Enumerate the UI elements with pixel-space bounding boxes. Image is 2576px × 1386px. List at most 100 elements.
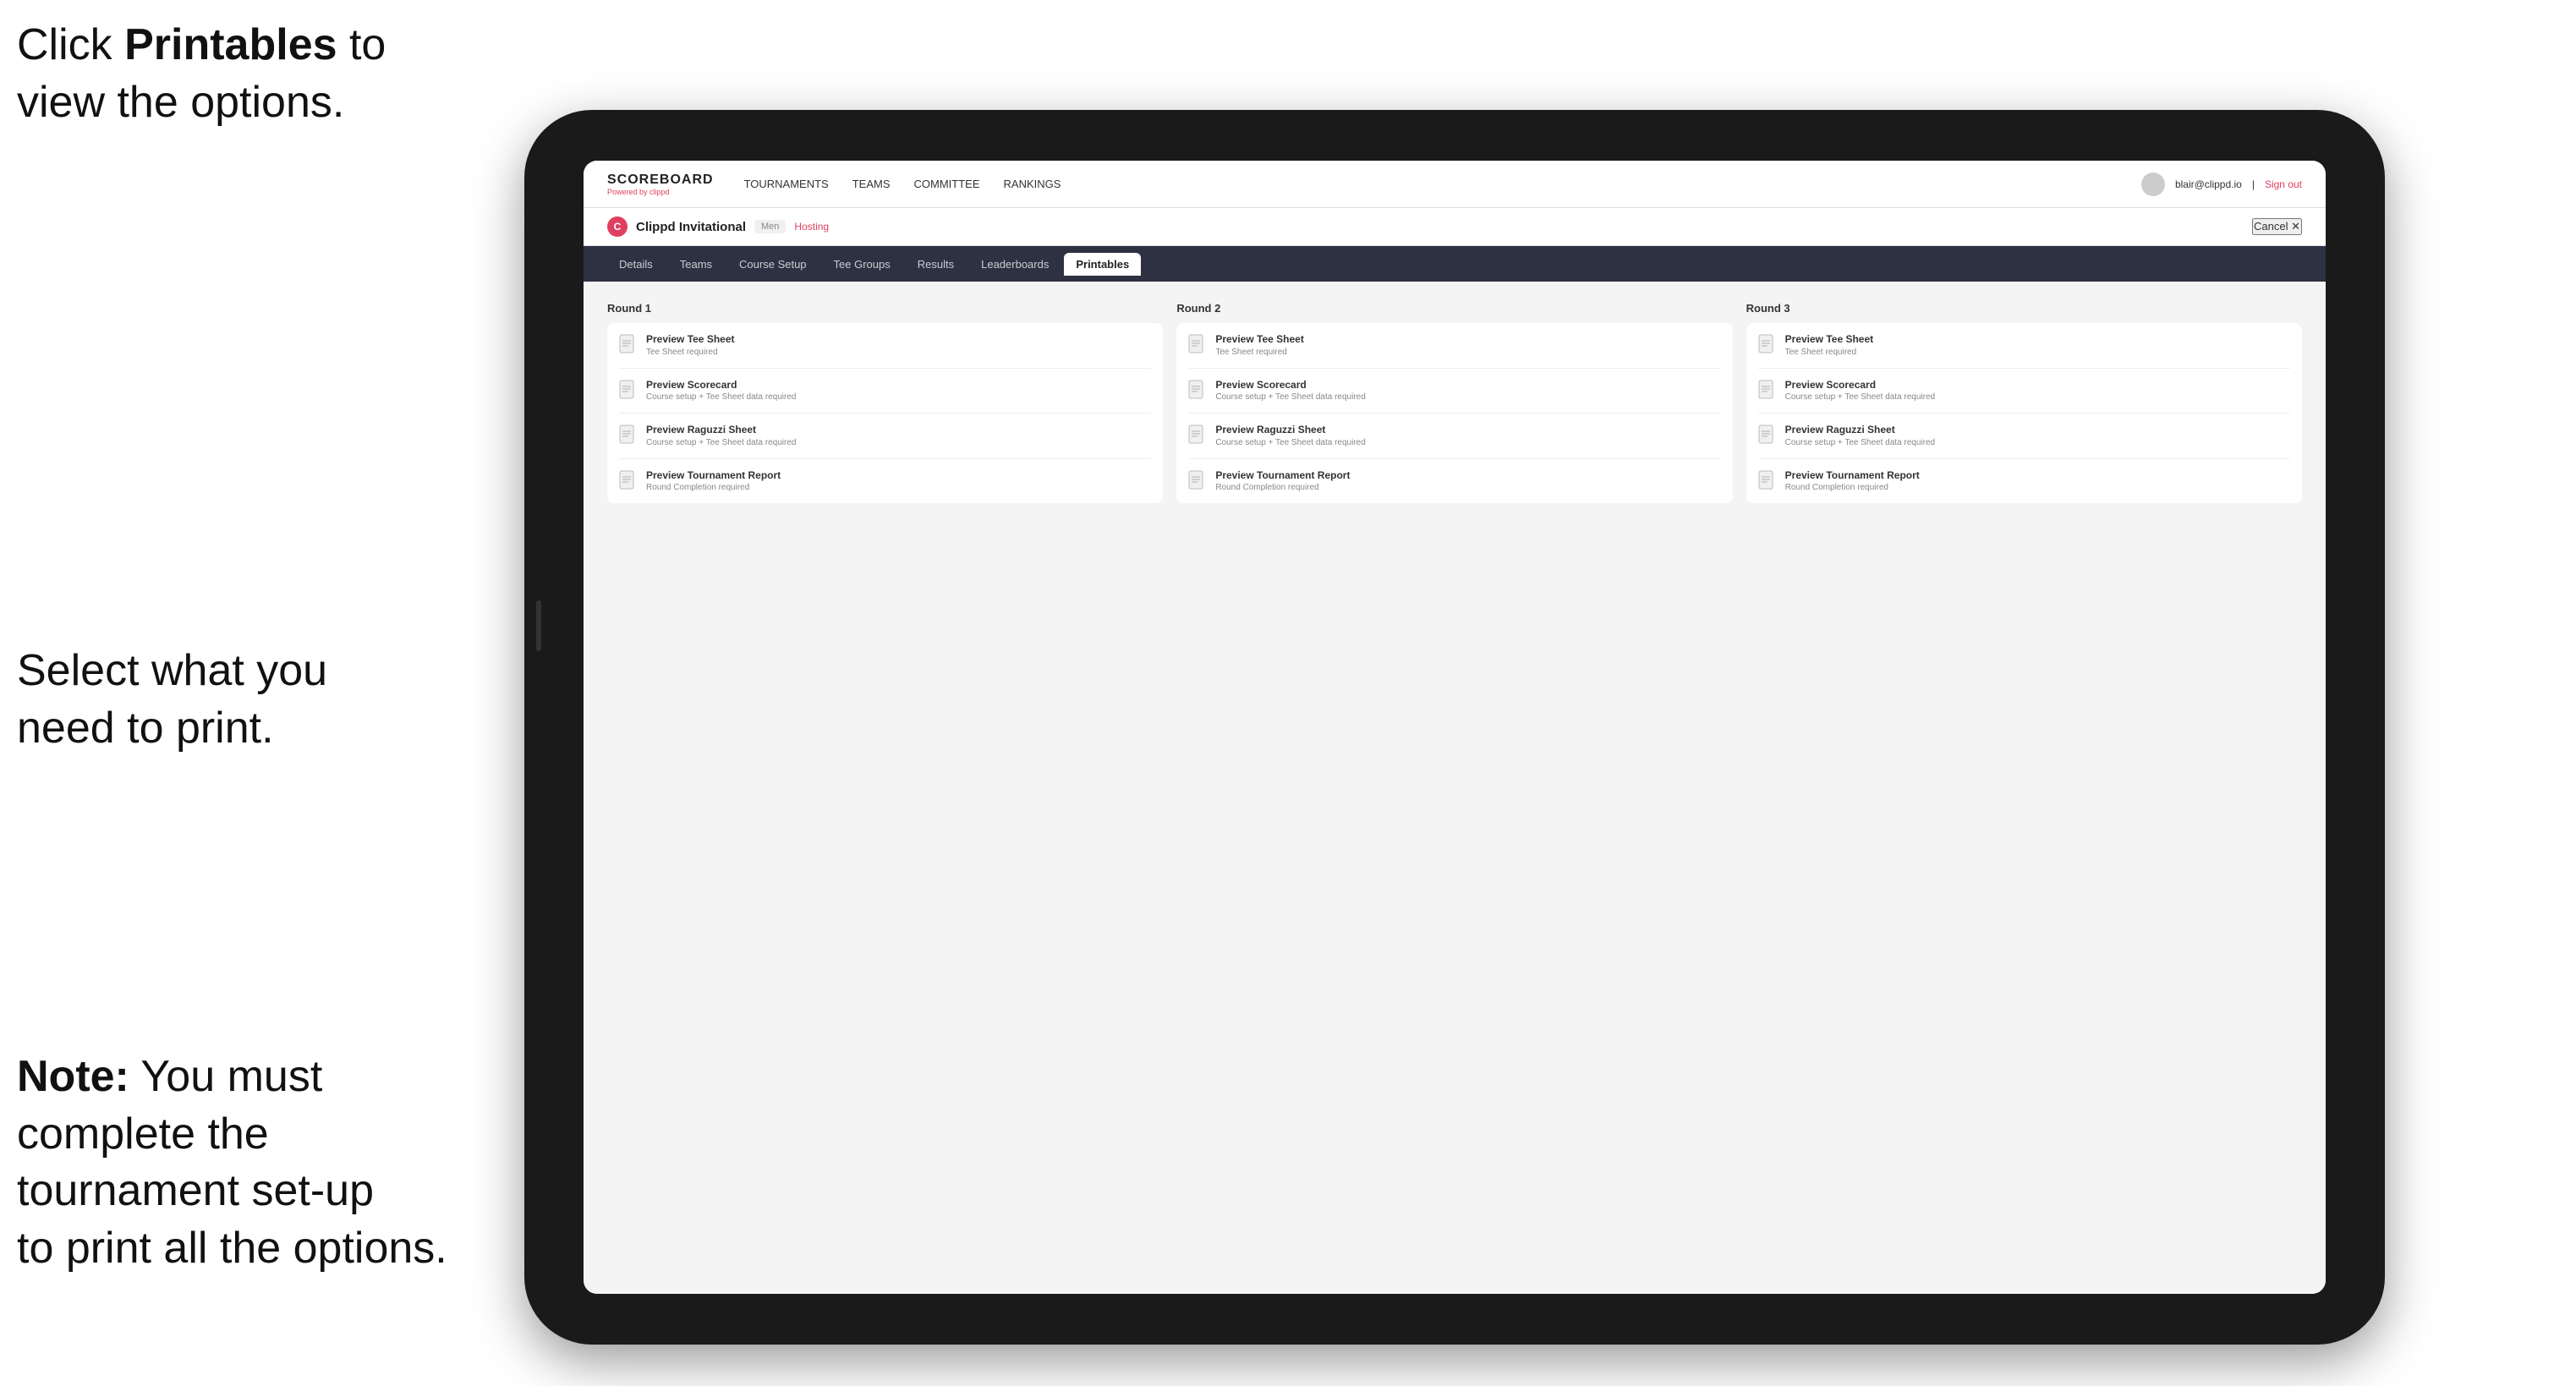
round3-scorecard-title: Preview Scorecard xyxy=(1785,379,1935,392)
note-bold: Note: xyxy=(17,1052,129,1101)
round3-tee-sheet-title: Preview Tee Sheet xyxy=(1785,333,1874,347)
round1-tournament-report[interactable]: Preview Tournament Report Round Completi… xyxy=(619,469,1151,494)
round3-scorecard-info: Preview Scorecard Course setup + Tee She… xyxy=(1785,379,1935,403)
round3-tournament-report[interactable]: Preview Tournament Report Round Completi… xyxy=(1758,469,2290,494)
round1-scorecard-title: Preview Scorecard xyxy=(646,379,796,392)
round2-tournament-report[interactable]: Preview Tournament Report Round Completi… xyxy=(1188,469,1720,494)
tournament-tag: Men xyxy=(754,220,786,233)
tab-printables[interactable]: Printables xyxy=(1064,253,1141,276)
tab-teams[interactable]: Teams xyxy=(668,253,724,276)
sub-nav: Details Teams Course Setup Tee Groups Re… xyxy=(584,246,2326,282)
sign-out-link[interactable]: Sign out xyxy=(2265,178,2302,190)
divider xyxy=(1188,458,1720,459)
round3-raguzzi-title: Preview Raguzzi Sheet xyxy=(1785,424,1935,437)
round2-tee-sheet-title: Preview Tee Sheet xyxy=(1215,333,1304,347)
doc-icon xyxy=(1758,380,1777,402)
round-2-column: Round 2 Preview Tee Sheet Tee S xyxy=(1176,302,1732,503)
round3-scorecard-subtitle: Course setup + Tee Sheet data required xyxy=(1785,392,1935,403)
round3-raguzzi[interactable]: Preview Raguzzi Sheet Course setup + Tee… xyxy=(1758,424,2290,448)
round1-tee-sheet-subtitle: Tee Sheet required xyxy=(646,347,735,358)
round2-tournament-report-title: Preview Tournament Report xyxy=(1215,469,1350,483)
tournament-title: C Clippd Invitational Men Hosting xyxy=(607,216,829,237)
clippd-logo: C xyxy=(607,216,628,237)
tournament-name: Clippd Invitational xyxy=(636,220,746,234)
round2-scorecard-info: Preview Scorecard Course setup + Tee She… xyxy=(1215,379,1365,403)
nav-items: TOURNAMENTS TEAMS COMMITTEE RANKINGS xyxy=(744,174,2141,194)
round3-tournament-report-info: Preview Tournament Report Round Completi… xyxy=(1785,469,1920,494)
round3-tournament-report-subtitle: Round Completion required xyxy=(1785,482,1920,493)
round1-tournament-report-info: Preview Tournament Report Round Completi… xyxy=(646,469,781,494)
doc-icon xyxy=(1188,425,1207,446)
round-3-title: Round 3 xyxy=(1746,302,2302,315)
top-nav: SCOREBOARD Powered by clippd TOURNAMENTS… xyxy=(584,161,2326,208)
separator: | xyxy=(2252,178,2255,190)
round3-raguzzi-subtitle: Course setup + Tee Sheet data required xyxy=(1785,437,1935,448)
printables-bold: Printables xyxy=(124,20,337,69)
tab-results[interactable]: Results xyxy=(906,253,966,276)
tablet-screen: SCOREBOARD Powered by clippd TOURNAMENTS… xyxy=(584,161,2326,1294)
round2-raguzzi[interactable]: Preview Raguzzi Sheet Course setup + Tee… xyxy=(1188,424,1720,448)
round2-scorecard-title: Preview Scorecard xyxy=(1215,379,1365,392)
round2-raguzzi-info: Preview Raguzzi Sheet Course setup + Tee… xyxy=(1215,424,1365,448)
round1-raguzzi-title: Preview Raguzzi Sheet xyxy=(646,424,796,437)
round1-scorecard[interactable]: Preview Scorecard Course setup + Tee She… xyxy=(619,379,1151,403)
doc-icon xyxy=(619,470,638,492)
nav-rankings[interactable]: RANKINGS xyxy=(1004,174,1061,194)
nav-teams[interactable]: TEAMS xyxy=(852,174,891,194)
cancel-button[interactable]: Cancel ✕ xyxy=(2252,218,2302,235)
round2-tee-sheet-info: Preview Tee Sheet Tee Sheet required xyxy=(1215,333,1304,358)
logo-scoreboard: SCOREBOARD xyxy=(607,173,714,188)
round1-tournament-report-subtitle: Round Completion required xyxy=(646,482,781,493)
tab-leaderboards[interactable]: Leaderboards xyxy=(969,253,1061,276)
annotation-mid: Select what youneed to print. xyxy=(17,643,327,757)
nav-committee[interactable]: COMMITTEE xyxy=(914,174,980,194)
round2-tournament-report-info: Preview Tournament Report Round Completi… xyxy=(1215,469,1350,494)
main-content: Round 1 Preview Tee Sheet Tee S xyxy=(584,282,2326,1294)
round3-tournament-report-title: Preview Tournament Report xyxy=(1785,469,1920,483)
doc-icon xyxy=(1758,470,1777,492)
tab-details[interactable]: Details xyxy=(607,253,665,276)
round-2-title: Round 2 xyxy=(1176,302,1732,315)
divider xyxy=(619,413,1151,414)
rounds-grid: Round 1 Preview Tee Sheet Tee S xyxy=(607,302,2302,503)
divider xyxy=(1758,368,2290,369)
tablet-side-button xyxy=(536,600,541,651)
hosting-tag: Hosting xyxy=(794,221,829,233)
round2-scorecard[interactable]: Preview Scorecard Course setup + Tee She… xyxy=(1188,379,1720,403)
round1-raguzzi-subtitle: Course setup + Tee Sheet data required xyxy=(646,437,796,448)
user-email: blair@clippd.io xyxy=(2175,178,2242,190)
annotation-bot: Note: You mustcomplete thetournament set… xyxy=(17,1049,447,1277)
divider xyxy=(1758,458,2290,459)
doc-icon xyxy=(1758,334,1777,356)
round1-tee-sheet-title: Preview Tee Sheet xyxy=(646,333,735,347)
doc-icon xyxy=(619,334,638,356)
round1-scorecard-info: Preview Scorecard Course setup + Tee She… xyxy=(646,379,796,403)
round1-raguzzi[interactable]: Preview Raguzzi Sheet Course setup + Tee… xyxy=(619,424,1151,448)
logo-sub: Powered by clippd xyxy=(607,188,714,196)
doc-icon xyxy=(619,425,638,446)
round2-tee-sheet[interactable]: Preview Tee Sheet Tee Sheet required xyxy=(1188,333,1720,358)
nav-right: blair@clippd.io | Sign out xyxy=(2141,173,2302,196)
round-3-column: Round 3 Preview Tee Sheet Tee S xyxy=(1746,302,2302,503)
round1-tee-sheet[interactable]: Preview Tee Sheet Tee Sheet required xyxy=(619,333,1151,358)
tournament-header: C Clippd Invitational Men Hosting Cancel… xyxy=(584,208,2326,246)
tab-course-setup[interactable]: Course Setup xyxy=(727,253,819,276)
divider xyxy=(1758,413,2290,414)
round3-scorecard[interactable]: Preview Scorecard Course setup + Tee She… xyxy=(1758,379,2290,403)
round2-tee-sheet-subtitle: Tee Sheet required xyxy=(1215,347,1304,358)
divider xyxy=(619,368,1151,369)
annotation-top: Click Printables toview the options. xyxy=(17,17,386,131)
round2-scorecard-subtitle: Course setup + Tee Sheet data required xyxy=(1215,392,1365,403)
divider xyxy=(619,458,1151,459)
round1-tee-sheet-info: Preview Tee Sheet Tee Sheet required xyxy=(646,333,735,358)
doc-icon xyxy=(619,380,638,402)
user-avatar xyxy=(2141,173,2165,196)
tab-tee-groups[interactable]: Tee Groups xyxy=(822,253,902,276)
round-1-title: Round 1 xyxy=(607,302,1163,315)
round3-raguzzi-info: Preview Raguzzi Sheet Course setup + Tee… xyxy=(1785,424,1935,448)
round2-raguzzi-subtitle: Course setup + Tee Sheet data required xyxy=(1215,437,1365,448)
round-1-card: Preview Tee Sheet Tee Sheet required xyxy=(607,323,1163,503)
nav-tournaments[interactable]: TOURNAMENTS xyxy=(744,174,829,194)
round3-tee-sheet[interactable]: Preview Tee Sheet Tee Sheet required xyxy=(1758,333,2290,358)
logo-area: SCOREBOARD Powered by clippd xyxy=(607,173,714,196)
